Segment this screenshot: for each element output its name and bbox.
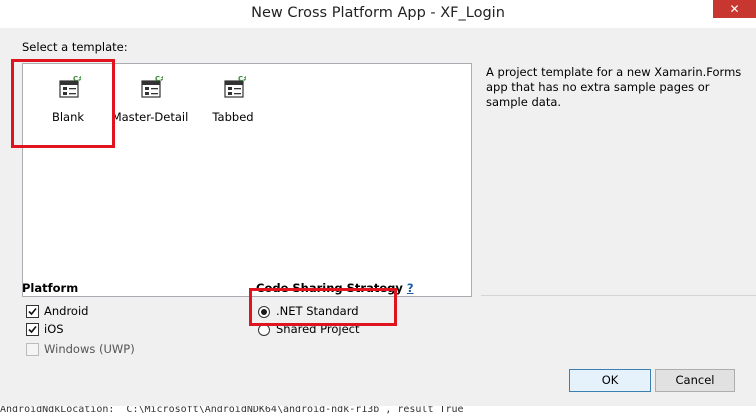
close-icon: ✕ [729, 2, 740, 16]
svg-text:C#: C# [238, 76, 246, 83]
checkmark-icon [28, 325, 37, 334]
window-title: New Cross Platform App - XF_Login [251, 5, 505, 21]
close-button[interactable]: ✕ [713, 0, 756, 18]
template-item-tabbed[interactable]: C# Tabbed [188, 64, 278, 144]
ios-checkbox[interactable] [26, 323, 39, 336]
highlight-net-standard [249, 288, 397, 326]
windows-uwp-checkbox[interactable] [26, 343, 39, 356]
windows-uwp-label: Windows (UWP) [44, 342, 135, 356]
template-label-master-detail: Master-Detail [111, 110, 189, 124]
highlight-blank-template [11, 59, 115, 148]
template-item-master-detail[interactable]: C# Master-Detail [105, 64, 195, 144]
android-checkbox[interactable] [26, 305, 39, 318]
ok-button[interactable]: OK [569, 369, 651, 392]
template-description: A project template for a new Xamarin.For… [486, 65, 742, 109]
csharp-template-icon: C# [141, 76, 163, 98]
cancel-button[interactable]: Cancel [655, 369, 735, 392]
help-link[interactable]: ? [407, 281, 414, 295]
platform-title: Platform [22, 281, 79, 295]
svg-text:C#: C# [155, 76, 163, 83]
checkmark-icon [28, 307, 37, 316]
android-label: Android [44, 304, 89, 318]
csharp-template-icon: C# [224, 76, 246, 98]
select-template-label: Select a template: [22, 40, 128, 54]
template-label-tabbed: Tabbed [212, 110, 254, 124]
dialog-body: Select a template: C# Blank C# [0, 28, 756, 406]
console-output: AndroidNdkLocation: `C:\Microsoft\Androi… [0, 406, 756, 414]
template-description-panel: A project template for a new Xamarin.For… [481, 63, 756, 296]
title-bar: New Cross Platform App - XF_Login ✕ [0, 0, 756, 28]
ios-label: iOS [44, 322, 64, 336]
